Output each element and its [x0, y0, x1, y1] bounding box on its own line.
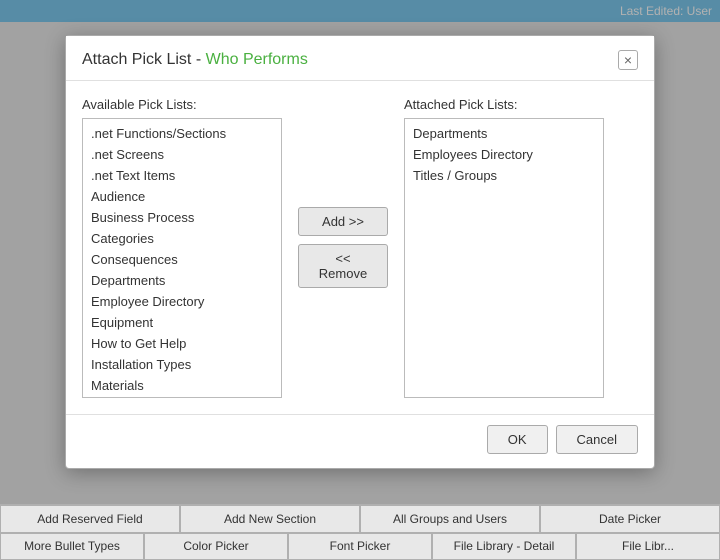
- list-item[interactable]: .net Screens: [83, 144, 281, 165]
- modal-header: Attach Pick List - Who Performs ×: [66, 36, 654, 81]
- available-col: Available Pick Lists: .net Functions/Sec…: [82, 97, 282, 398]
- btn-file-library-detail[interactable]: File Library - Detail: [432, 533, 576, 560]
- list-item[interactable]: How to Get Help: [83, 333, 281, 354]
- modal-body: Available Pick Lists: .net Functions/Sec…: [66, 81, 654, 414]
- list-item[interactable]: Installation Types: [83, 354, 281, 375]
- cancel-button[interactable]: Cancel: [556, 425, 638, 454]
- add-button[interactable]: Add >>: [298, 207, 388, 236]
- list-item[interactable]: Departments: [405, 123, 603, 144]
- list-item[interactable]: Consequences: [83, 249, 281, 270]
- btn-date-picker[interactable]: Date Picker: [540, 505, 720, 533]
- bottom-row-1: Add Reserved Field Add New Section All G…: [0, 505, 720, 533]
- modal-title-text: Attach Pick List -: [82, 51, 206, 68]
- list-item[interactable]: Employees Directory: [405, 144, 603, 165]
- list-item[interactable]: Equipment: [83, 312, 281, 333]
- list-item[interactable]: Materials: [83, 375, 281, 396]
- btn-add-new-section[interactable]: Add New Section: [180, 505, 360, 533]
- list-item[interactable]: Business Process: [83, 207, 281, 228]
- middle-buttons: Add >> << Remove: [298, 97, 388, 398]
- attached-list[interactable]: DepartmentsEmployees DirectoryTitles / G…: [404, 118, 604, 398]
- btn-more-bullet-types[interactable]: More Bullet Types: [0, 533, 144, 560]
- remove-button[interactable]: << Remove: [298, 244, 388, 288]
- modal-overlay: Attach Pick List - Who Performs × Availa…: [0, 0, 720, 504]
- btn-all-groups-users[interactable]: All Groups and Users: [360, 505, 540, 533]
- modal-footer: OK Cancel: [66, 414, 654, 468]
- bottom-taskbar: Add Reserved Field Add New Section All G…: [0, 504, 720, 560]
- btn-color-picker[interactable]: Color Picker: [144, 533, 288, 560]
- btn-add-reserved-field[interactable]: Add Reserved Field: [0, 505, 180, 533]
- available-list[interactable]: .net Functions/Sections.net Screens.net …: [82, 118, 282, 398]
- list-item[interactable]: .net Functions/Sections: [83, 123, 281, 144]
- modal-close-button[interactable]: ×: [618, 50, 638, 70]
- modal-title-highlight: Who Performs: [206, 51, 308, 68]
- list-item[interactable]: Categories: [83, 228, 281, 249]
- list-item[interactable]: Employee Directory: [83, 291, 281, 312]
- list-item[interactable]: Departments: [83, 270, 281, 291]
- ok-button[interactable]: OK: [487, 425, 548, 454]
- attached-col: Attached Pick Lists: DepartmentsEmployee…: [404, 97, 638, 398]
- list-item[interactable]: Audience: [83, 186, 281, 207]
- modal-title: Attach Pick List - Who Performs: [82, 51, 308, 69]
- btn-font-picker[interactable]: Font Picker: [288, 533, 432, 560]
- attached-label: Attached Pick Lists:: [404, 97, 638, 112]
- list-item[interactable]: Modules: [83, 396, 281, 398]
- list-item[interactable]: .net Text Items: [83, 165, 281, 186]
- bottom-row-2: More Bullet Types Color Picker Font Pick…: [0, 533, 720, 560]
- btn-file-library-extra[interactable]: File Libr...: [576, 533, 720, 560]
- attach-picklist-modal: Attach Pick List - Who Performs × Availa…: [65, 35, 655, 469]
- available-label: Available Pick Lists:: [82, 97, 282, 112]
- list-item[interactable]: Titles / Groups: [405, 165, 603, 186]
